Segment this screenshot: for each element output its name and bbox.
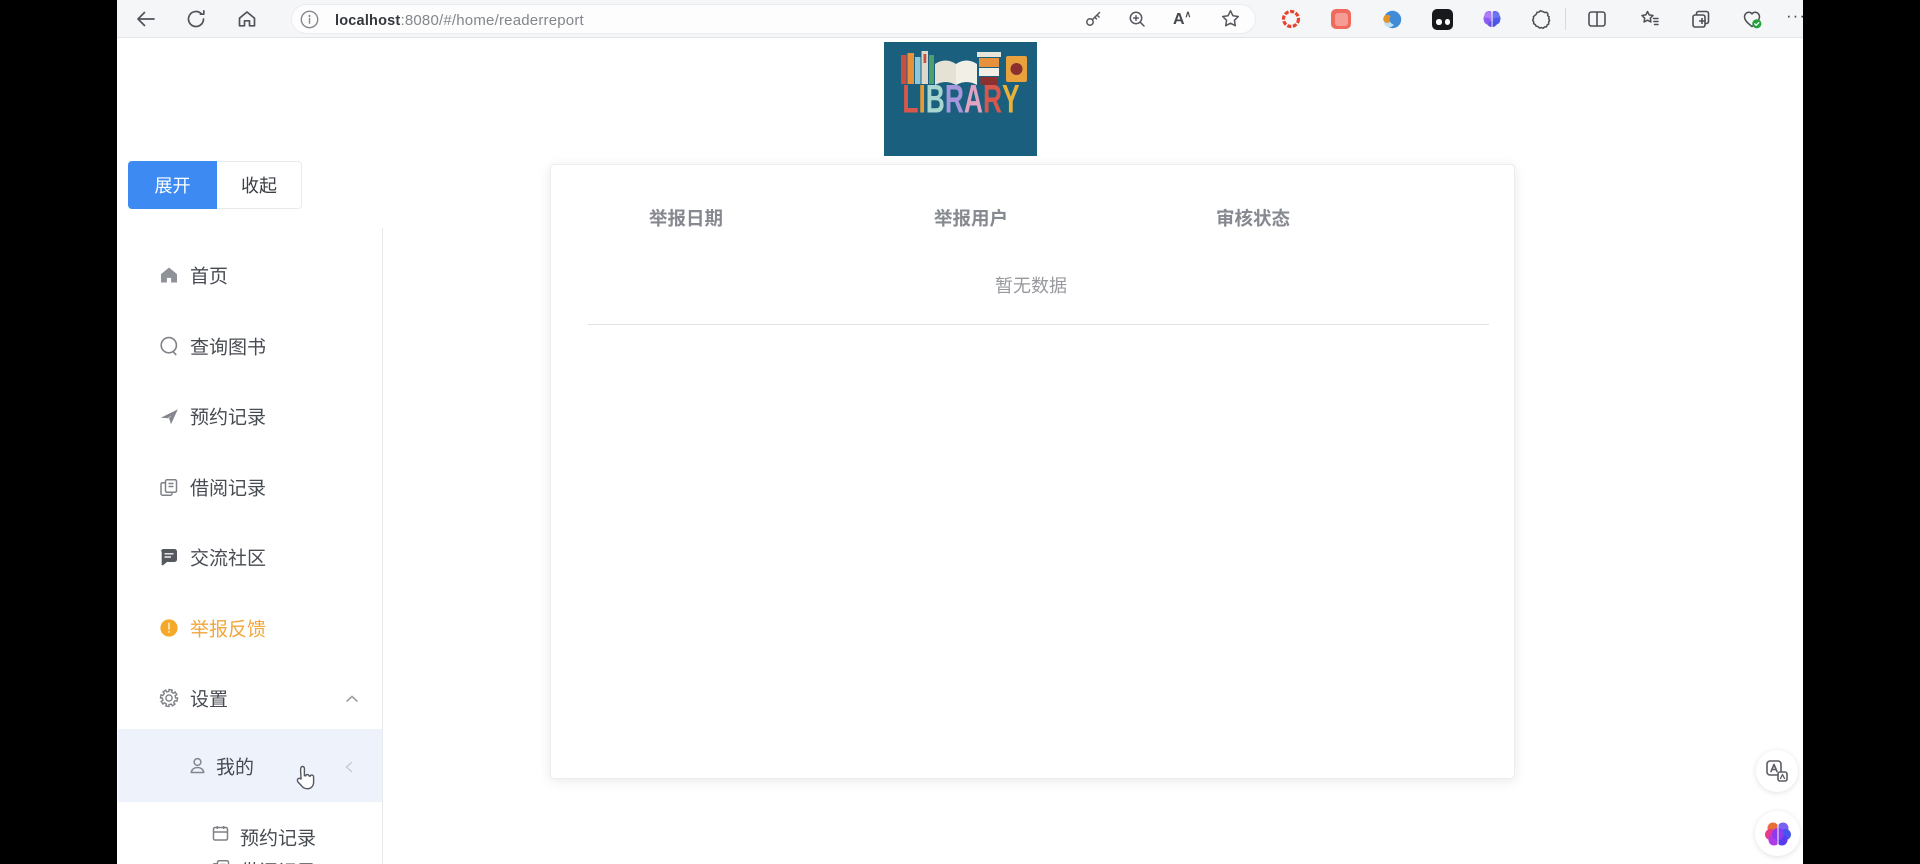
svg-text:LIBRARY: LIBRARY xyxy=(902,77,1020,122)
